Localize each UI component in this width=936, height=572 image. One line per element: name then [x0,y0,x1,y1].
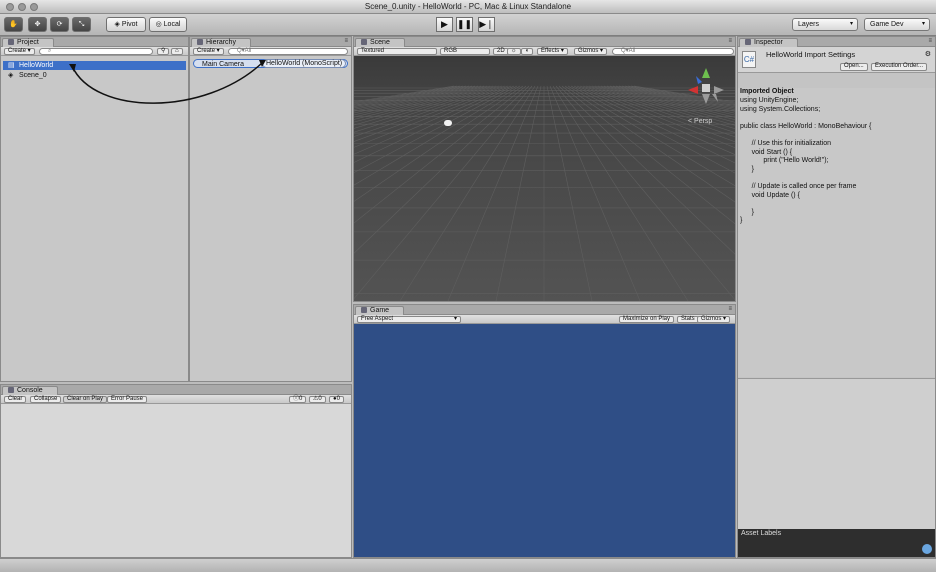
main-toolbar: ✋ ✥ ⟳ ⤡ ◈ Pivot ◎ Local ▶ ❚❚ ▶❘ Layers ▾ … [0,14,936,36]
panel-menu-icon[interactable]: ≡ [728,38,732,44]
lighting-toggle[interactable]: ☼ [507,48,521,55]
tab-inspector[interactable]: Inspector [739,38,798,47]
pause-icon: ❚❚ [457,19,473,29]
console-log-area [1,404,351,557]
script-preview: using UnityEngine; using System.Collecti… [740,97,872,225]
layout-dropdown[interactable]: Game Dev ▾ [864,18,930,31]
chevron-down-icon: ▾ [921,21,925,27]
scale-tool-button[interactable]: ⤡ [72,17,91,32]
tag-icon[interactable] [922,544,932,554]
stats-toggle[interactable]: Stats [677,316,699,323]
scene-orientation-gizmo[interactable] [684,64,728,108]
step-icon: ▶❘ [479,19,494,29]
settings-gear-icon[interactable]: ⚙ [925,50,931,58]
open-script-button[interactable]: Open... [840,63,868,71]
shading-mode-dropdown[interactable]: Textured [357,48,437,55]
tab-console[interactable]: Console [2,386,58,395]
effects-dropdown[interactable]: Effects ▾ [537,48,568,55]
layers-dropdown[interactable]: Layers ▾ [792,18,858,31]
window-title-bar: Scene_0.unity - HelloWorld - PC, Mac & L… [0,0,936,14]
console-log-count[interactable]: ⓘ0 [289,396,307,403]
console-clear-button[interactable]: Clear [4,396,27,403]
inspector-title: HelloWorld Import Settings [766,50,856,59]
scale-icon: ⤡ [78,21,85,28]
scene-grid [354,85,735,301]
game-viewport[interactable] [354,324,735,557]
scene-icon [361,39,367,45]
scene-panel: Scene ≡ Textured RGB 2D ☼ ◖ Effects ▾ Giz… [353,36,736,302]
cs-script-icon: C# [742,51,756,68]
pivot-toggle[interactable]: ◈ Pivot [106,17,146,32]
inspector-header: C# HelloWorld Import Settings ⚙ Open... … [738,47,935,73]
zoom-window-button[interactable] [30,3,38,11]
camera-gizmo-icon[interactable] [444,120,452,126]
rotate-tool-button[interactable]: ⟳ [50,17,69,32]
hand-tool-button[interactable]: ✋ [4,17,23,32]
play-button[interactable]: ▶ [436,17,453,32]
console-warning-count[interactable]: ⚠0 [309,396,326,403]
hand-icon: ✋ [9,21,18,28]
chevron-down-icon: ▾ [453,316,457,322]
console-icon [8,387,14,393]
game-icon [361,307,367,313]
imported-object-heading: Imported Object [740,88,794,95]
game-panel: Game ≡ Free Aspect ▾ Maximize on Play Stat… [353,304,736,558]
drag-arrow [69,60,266,104]
panel-menu-icon[interactable]: ≡ [728,306,732,312]
step-button[interactable]: ▶❘ [478,17,495,32]
pivot-icon: ◈ [114,21,122,28]
console-collapse-button[interactable]: Collapse [30,396,62,403]
minimize-window-button[interactable] [18,3,26,11]
maximize-on-play-toggle[interactable]: Maximize on Play [619,316,675,323]
local-toggle[interactable]: ◎ Local [149,17,187,32]
render-mode-dropdown[interactable]: RGB [440,48,490,55]
asset-labels-heading: Asset Labels [741,530,782,537]
asset-labels-section: Asset Labels [738,529,935,557]
execution-order-button[interactable]: Execution Order... [871,63,928,71]
close-window-button[interactable] [6,3,14,11]
play-icon: ▶ [441,19,448,29]
rotate-icon: ⟳ [56,21,63,28]
chevron-down-icon: ▾ [849,21,853,27]
move-icon: ✥ [34,21,41,28]
speaker-icon: ◖ [525,48,529,54]
inspector-panel: Inspector ≡ C# HelloWorld Import Settings… [737,36,936,558]
perspective-label[interactable]: < Persp [688,118,712,125]
window-title: Scene_0.unity - HelloWorld - PC, Mac & L… [364,2,572,11]
gizmos-dropdown[interactable]: Gizmos ▾ [574,48,608,55]
console-error-pause-button[interactable]: Error Pause [107,396,148,403]
console-error-count[interactable]: ●0 [329,396,344,403]
tab-scene[interactable]: Scene [355,38,405,47]
console-panel: Console Clear Collapse Clear on Play Err… [0,384,352,558]
pause-button[interactable]: ❚❚ [456,17,473,32]
imported-object-section: Imported Object using UnityEngine; using… [738,88,935,377]
panel-menu-icon[interactable]: ≡ [928,38,932,44]
tab-game[interactable]: Game [355,306,405,315]
console-clear-on-play-button[interactable]: Clear on Play [63,396,108,403]
sun-icon: ☼ [511,48,517,54]
scene-viewport[interactable]: < Persp [354,56,735,301]
move-tool-button[interactable]: ✥ [28,17,47,32]
inspector-icon [745,39,751,45]
aspect-dropdown[interactable]: Free Aspect ▾ [357,316,461,323]
inspector-empty-area [738,378,935,530]
audio-toggle[interactable]: ◖ [521,48,533,55]
game-gizmos-dropdown[interactable]: Gizmos ▾ [697,316,731,323]
local-icon: ◎ [155,21,164,28]
scene-search-input[interactable]: Q▾All [612,48,734,55]
status-bar [0,558,936,572]
